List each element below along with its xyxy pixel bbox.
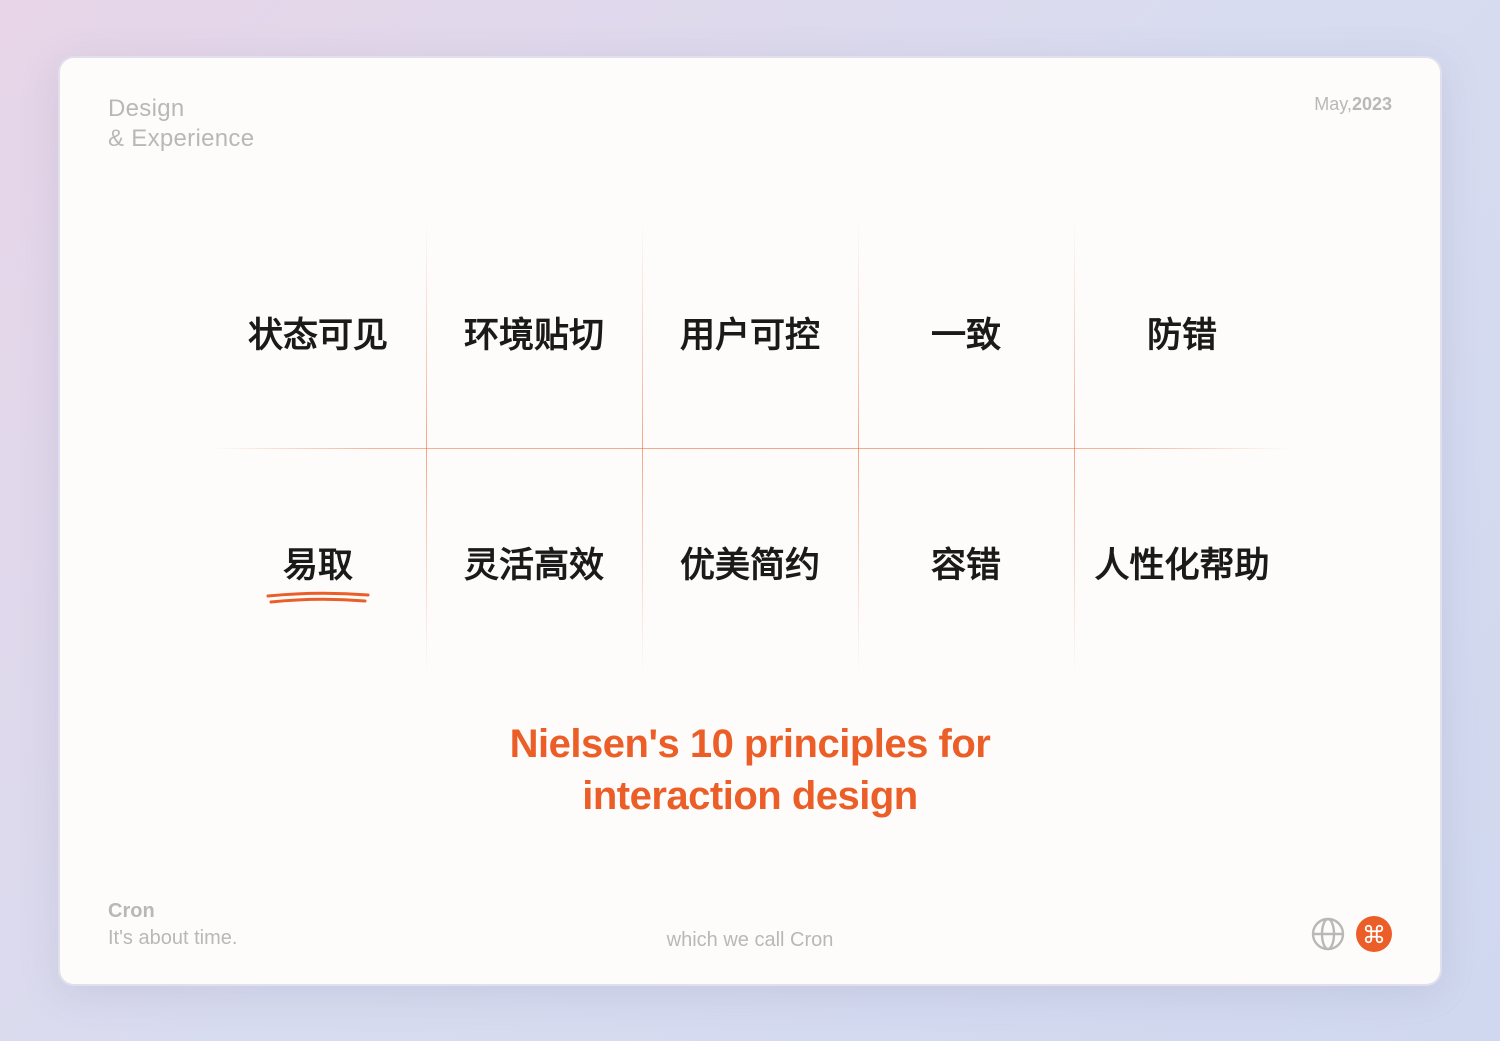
footer-brand: Cron — [108, 898, 237, 925]
globe-icon — [1310, 916, 1346, 952]
date-month: May, — [1314, 94, 1352, 114]
principle-cell: 一致 — [858, 218, 1074, 448]
header: Design & Experience May,2023 — [108, 94, 1392, 154]
principle-text: 易取 — [283, 537, 353, 588]
title-line2: interaction design — [60, 770, 1440, 822]
principle-text: 人性化帮助 — [1094, 537, 1269, 588]
principle-text: 防错 — [1147, 307, 1217, 358]
command-badge — [1356, 916, 1392, 952]
principle-text: 灵活高效 — [464, 537, 604, 588]
principle-text: 状态可见 — [248, 307, 388, 358]
main-title: Nielsen's 10 principles for interaction … — [60, 718, 1440, 822]
slide-card: Design & Experience May,2023 状态可见 环境贴切 用… — [58, 56, 1442, 986]
footer-left: Cron It's about time. — [108, 898, 237, 952]
header-line2: & Experience — [108, 124, 254, 154]
principle-cell: 人性化帮助 — [1074, 448, 1290, 678]
principle-text: 用户可控 — [680, 307, 820, 358]
header-date: May,2023 — [1314, 94, 1392, 115]
principles-grid: 状态可见 环境贴切 用户可控 一致 防错 易取 — [210, 218, 1290, 678]
command-icon — [1363, 923, 1385, 945]
footer-center: which we call Cron — [667, 929, 834, 952]
principle-cell-highlighted: 易取 — [210, 448, 426, 678]
principle-cell: 灵活高效 — [426, 448, 642, 678]
footer-right — [1310, 916, 1392, 952]
footer: Cron It's about time. which we call Cron — [108, 898, 1392, 952]
header-line1: Design — [108, 94, 254, 124]
principles-container: 状态可见 环境贴切 用户可控 一致 防错 易取 — [210, 218, 1290, 678]
principle-cell: 容错 — [858, 448, 1074, 678]
footer-tagline: It's about time. — [108, 925, 237, 952]
date-year: 2023 — [1352, 94, 1392, 114]
header-title: Design & Experience — [108, 94, 254, 154]
principle-text: 一致 — [931, 307, 1001, 358]
underline-mark-icon — [263, 590, 373, 606]
principle-text: 优美简约 — [680, 537, 820, 588]
title-section: Nielsen's 10 principles for interaction … — [60, 718, 1440, 822]
principle-cell: 防错 — [1074, 218, 1290, 448]
principle-cell: 状态可见 — [210, 218, 426, 448]
principle-text: 环境贴切 — [464, 307, 604, 358]
principle-cell: 优美简约 — [642, 448, 858, 678]
principle-cell: 用户可控 — [642, 218, 858, 448]
title-line1: Nielsen's 10 principles for — [60, 718, 1440, 770]
principle-text: 容错 — [931, 537, 1001, 588]
principle-cell: 环境贴切 — [426, 218, 642, 448]
